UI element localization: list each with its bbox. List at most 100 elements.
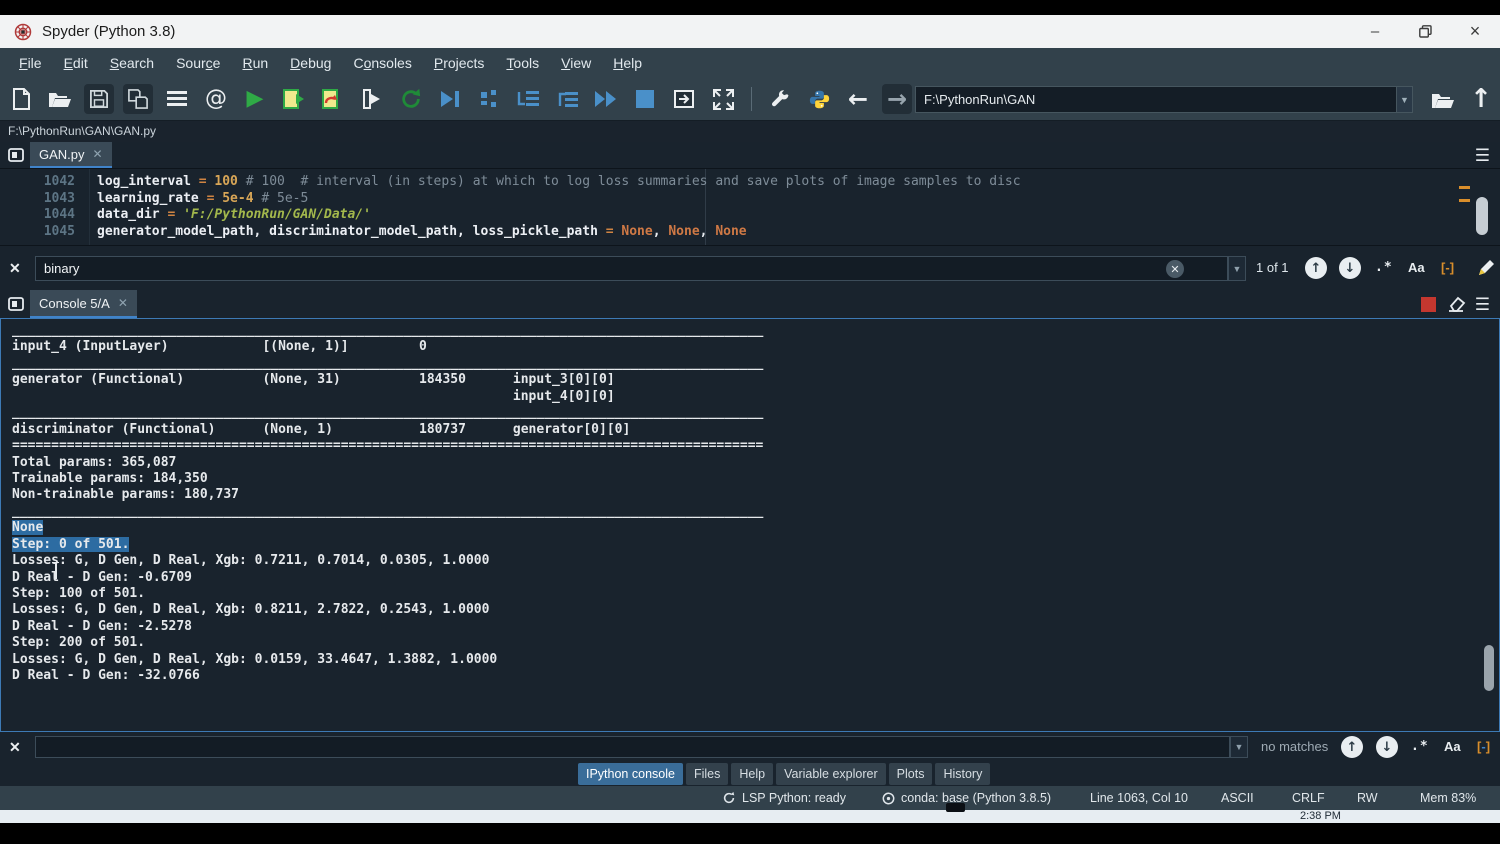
plugin-tab-history[interactable]: History	[935, 763, 990, 785]
open-directory-icon[interactable]	[1428, 88, 1458, 112]
ipython-console-output[interactable]: ________________________________________…	[0, 318, 1500, 732]
case-sensitive-icon[interactable]: Aa	[1444, 739, 1461, 754]
interrupt-kernel-icon[interactable]	[1421, 297, 1436, 312]
outline-icon[interactable]	[162, 84, 192, 114]
regex-icon[interactable]: .*	[1375, 260, 1393, 275]
menu-file[interactable]: File	[8, 48, 53, 78]
preferences-wrench-icon[interactable]	[765, 84, 795, 114]
plugin-tab-variable-explorer[interactable]: Variable explorer	[776, 763, 886, 785]
match-count: no matches	[1261, 739, 1328, 754]
remove-variables-icon[interactable]	[1446, 296, 1466, 312]
menu-debug[interactable]: Debug	[279, 48, 342, 78]
console-find-input[interactable]	[35, 736, 1230, 758]
parent-directory-icon[interactable]: ↑	[1466, 84, 1496, 114]
rerun-cell-icon[interactable]	[318, 84, 348, 114]
find-symbols-icon[interactable]: @	[201, 84, 231, 114]
menu-view[interactable]: View	[550, 48, 602, 78]
menu-help[interactable]: Help	[602, 48, 653, 78]
browse-tabs-icon[interactable]	[5, 294, 27, 314]
lsp-refresh-icon	[722, 791, 736, 805]
step-return-icon[interactable]	[552, 84, 582, 114]
cursor-position: Line 1063, Col 10	[1090, 786, 1188, 810]
next-match-icon[interactable]: ↓	[1376, 736, 1398, 758]
menu-search[interactable]: Search	[99, 48, 165, 78]
run-selection-icon[interactable]	[357, 84, 387, 114]
permissions-status: RW	[1357, 786, 1378, 810]
main-toolbar: @ ▶	[0, 78, 1500, 121]
console-options-menu-icon[interactable]: ☰	[1475, 295, 1490, 315]
menu-projects[interactable]: Projects	[423, 48, 496, 78]
menu-bar: FileEditSearchSourceRunDebugConsolesProj…	[0, 48, 1500, 78]
plugin-tab-plots[interactable]: Plots	[889, 763, 933, 785]
next-match-icon[interactable]: ↓	[1339, 257, 1361, 279]
forward-icon[interactable]: →	[882, 84, 912, 114]
run-cell-icon[interactable]	[279, 84, 309, 114]
console-tab-bar: Console 5/A ✕ ☰	[0, 290, 1500, 318]
editor-tab-gan-py[interactable]: GAN.py ✕	[30, 142, 112, 168]
continue-icon[interactable]	[591, 84, 621, 114]
open-file-icon[interactable]	[45, 84, 75, 114]
plugin-tab-bar: IPython consoleFilesHelpVariable explore…	[0, 762, 1500, 786]
whole-word-icon[interactable]: [-]	[1441, 260, 1454, 275]
fullscreen-icon[interactable]	[708, 84, 738, 114]
stop-icon[interactable]	[630, 84, 660, 114]
window-title: Spyder (Python 3.8)	[42, 23, 175, 40]
step-icon[interactable]	[474, 84, 504, 114]
lsp-status: LSP Python: ready	[722, 786, 846, 810]
close-button[interactable]: ×	[1450, 15, 1500, 48]
console-line: input_4[0][0]	[12, 389, 763, 405]
find-history-dropdown-icon[interactable]: ▼	[1230, 736, 1248, 758]
save-all-icon[interactable]	[123, 84, 153, 114]
pythonpath-icon[interactable]	[804, 84, 834, 114]
code-editor[interactable]: 1042104310441045 log_interval = 100 # 10…	[0, 168, 1500, 246]
working-directory-dropdown-icon[interactable]: ▼	[1397, 86, 1413, 113]
console-line: Total params: 365,087	[12, 455, 763, 471]
console-text: ________________________________________…	[12, 323, 763, 685]
find-history-dropdown-icon[interactable]: ▼	[1228, 256, 1246, 281]
editor-tab-label: GAN.py	[39, 147, 85, 162]
restore-icon	[1419, 25, 1432, 38]
regex-icon[interactable]: .*	[1411, 739, 1429, 754]
maximize-pane-icon[interactable]	[669, 84, 699, 114]
tab-close-icon[interactable]: ✕	[118, 296, 128, 310]
clear-icon[interactable]: ✕	[1166, 260, 1184, 278]
editor-scrollbar[interactable]	[1476, 197, 1488, 235]
previous-match-icon[interactable]: ↑	[1341, 736, 1363, 758]
browse-tabs-icon[interactable]	[5, 145, 27, 165]
menu-run[interactable]: Run	[231, 48, 279, 78]
find-close-icon[interactable]: ✕	[9, 260, 21, 277]
plugin-tab-files[interactable]: Files	[686, 763, 728, 785]
windows-taskbar-sliver: 2:38 PM	[0, 810, 1500, 823]
code-line-1043: learning_rate = 5e-4 # 5e-5	[97, 191, 1021, 208]
tab-close-icon[interactable]: ✕	[93, 147, 103, 161]
case-sensitive-icon[interactable]: Aa	[1408, 260, 1425, 275]
previous-match-icon[interactable]: ↑	[1305, 257, 1327, 279]
replace-icon[interactable]	[1476, 258, 1496, 278]
menu-consoles[interactable]: Consoles	[342, 48, 422, 78]
menu-source[interactable]: Source	[165, 48, 231, 78]
find-close-icon[interactable]: ✕	[9, 739, 21, 756]
run-file-icon[interactable]: ▶	[240, 84, 270, 114]
minimize-button[interactable]: –	[1350, 15, 1400, 48]
conda-icon	[882, 792, 895, 805]
conda-env-status: conda: base (Python 3.8.5)	[882, 786, 1051, 810]
text-cursor-pointer	[51, 562, 60, 579]
step-into-icon[interactable]	[513, 84, 543, 114]
restore-button[interactable]	[1400, 15, 1450, 48]
plugin-tab-ipython-console[interactable]: IPython console	[578, 763, 683, 785]
whole-word-icon[interactable]: [-]	[1477, 739, 1490, 754]
working-directory-input[interactable]	[915, 86, 1397, 113]
rerun-last-icon[interactable]	[396, 84, 426, 114]
new-file-icon[interactable]	[6, 84, 36, 114]
menu-edit[interactable]: Edit	[53, 48, 99, 78]
debug-file-icon[interactable]	[435, 84, 465, 114]
menu-tools[interactable]: Tools	[495, 48, 550, 78]
console-line: discriminator (Functional) (None, 1) 180…	[12, 422, 763, 438]
save-icon[interactable]	[84, 84, 114, 114]
find-input[interactable]	[35, 256, 1228, 281]
console-tab[interactable]: Console 5/A ✕	[30, 290, 137, 318]
back-icon[interactable]: ←	[843, 84, 873, 114]
editor-options-menu-icon[interactable]: ☰	[1475, 146, 1490, 166]
plugin-tab-help[interactable]: Help	[731, 763, 773, 785]
console-scrollbar[interactable]	[1484, 645, 1494, 691]
